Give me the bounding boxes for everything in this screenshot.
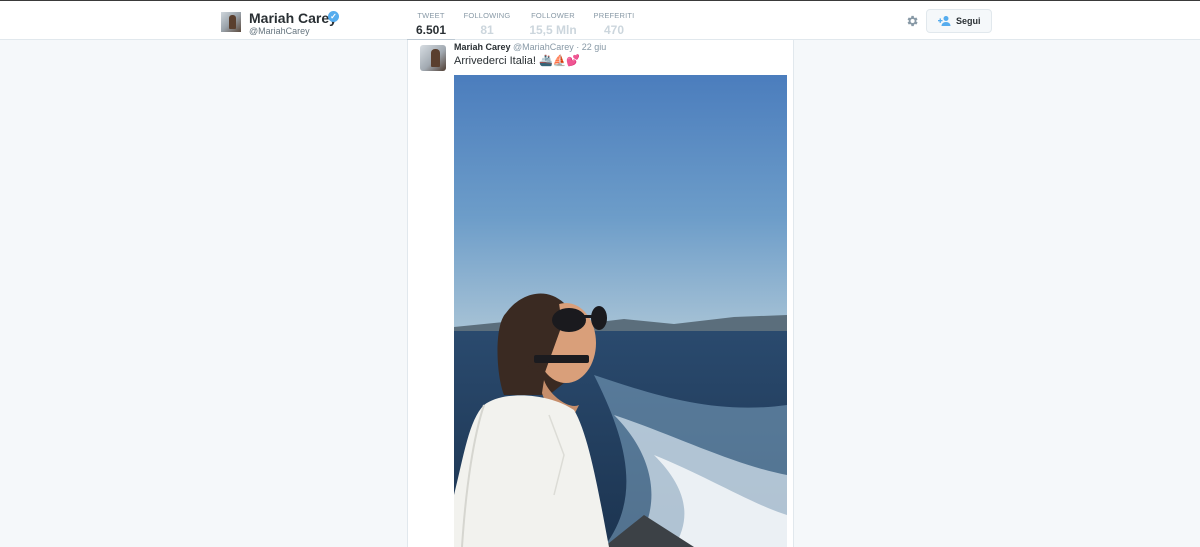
profile-nav-bar: Mariah Carey ✓ @MariahCarey TWEET 6.501 …	[0, 0, 1200, 42]
profile-avatar[interactable]	[221, 12, 241, 32]
tweet-author-avatar[interactable]	[420, 45, 446, 71]
nav-tab-label: TWEET	[417, 11, 445, 20]
tweet-author-name[interactable]: Mariah Carey	[454, 42, 511, 52]
gear-icon[interactable]	[905, 14, 919, 28]
profile-handle: @MariahCarey	[249, 26, 310, 36]
verified-badge-icon: ✓	[328, 11, 339, 22]
nav-tab-count: 15,5 Mln	[529, 23, 577, 37]
nav-tab-tweet[interactable]: TWEET 6.501	[407, 1, 455, 42]
nav-tab-count: 6.501	[415, 23, 447, 37]
nav-tab-count: 81	[480, 23, 494, 37]
follow-button-label: Segui	[956, 16, 981, 26]
nav-tab-preferiti[interactable]: PREFERITI 470	[590, 1, 638, 41]
add-user-icon	[938, 16, 951, 26]
profile-name[interactable]: Mariah Carey	[249, 10, 337, 26]
nav-tab-label: PREFERITI	[593, 11, 635, 20]
tweet-separator: ·	[576, 42, 580, 52]
nav-tab-follower[interactable]: FOLLOWER 15,5 Mln	[526, 1, 580, 41]
nav-tab-label: FOLLOWER	[531, 11, 575, 20]
tweet-timeline: Mariah Carey @MariahCarey · 22 giu Arriv…	[407, 40, 794, 547]
nav-tab-label: FOLLOWING	[463, 11, 511, 20]
tweet-timestamp[interactable]: 22 giu	[582, 42, 607, 52]
tweet-author-handle[interactable]: @MariahCarey	[513, 42, 574, 52]
tweet-text: Arrivederci Italia! 🚢⛵💕	[454, 55, 581, 67]
tweet-photo[interactable]	[454, 75, 787, 547]
nav-tab-following[interactable]: FOLLOWING 81	[463, 1, 511, 41]
nav-tab-count: 470	[603, 23, 625, 37]
tweet-header: Mariah Carey @MariahCarey · 22 giu	[454, 42, 606, 52]
follow-button[interactable]: Segui	[926, 9, 992, 33]
sunset-sea-photo	[454, 75, 787, 547]
